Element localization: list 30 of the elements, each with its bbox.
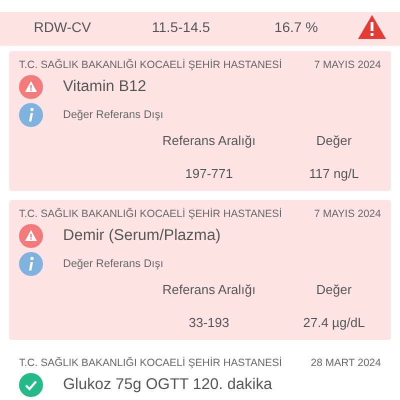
column-header: Değer xyxy=(315,282,353,297)
column-header: Referans Aralığı xyxy=(161,133,257,148)
status-note: Değer Referans Dışı xyxy=(63,109,164,121)
warning-icon xyxy=(19,224,43,248)
result-card[interactable]: T.C. SAĞLIK BAKANLIĞI KOCAELİ ŞEHİR HASTANESİ 7 MAYIS 2024 Demir (Serum/Plazma) Değer Referans Dışı Referans Aralığı Değer 33-193 27.4 µg/dL xyxy=(9,200,391,340)
check-icon xyxy=(19,373,43,397)
hospital-name: T.C. SAĞLIK BAKANLIĞI KOCAELİ ŞEHİR HASTANESİ xyxy=(19,357,282,369)
result-value: 27.4 µg/dL xyxy=(302,315,366,330)
info-icon xyxy=(19,103,43,127)
reference-range: 33-193 xyxy=(188,315,230,330)
info-icon xyxy=(19,252,43,276)
status-note: Değer Referans Dışı xyxy=(63,258,164,270)
warning-icon xyxy=(19,75,43,99)
result-date: 7 MAYIS 2024 xyxy=(314,208,381,220)
test-name: RDW-CV xyxy=(32,19,91,35)
column-header: Değer xyxy=(315,133,353,148)
result-card[interactable]: T.C. SAĞLIK BAKANLIĞI KOCAELİ ŞEHİR HASTANESİ 7 MAYIS 2024 Vitamin B12 Değer Referans Dışı Referans Aralığı Değer 197-771 117 ng/L xyxy=(9,51,391,191)
test-name: Demir (Serum/Plazma) xyxy=(63,227,221,245)
test-name: Vitamin B12 xyxy=(63,78,146,96)
warning-icon xyxy=(357,14,387,40)
result-value: 117 ng/L xyxy=(308,166,360,181)
test-name: Glukoz 75g OGTT 120. dakika xyxy=(63,376,272,394)
result-date: 28 MART 2024 xyxy=(310,357,381,369)
column-header: Referans Aralığı xyxy=(161,282,257,297)
hospital-name: T.C. SAĞLIK BAKANLIĞI KOCAELİ ŞEHİR HASTANESİ xyxy=(19,208,282,220)
hospital-name: T.C. SAĞLIK BAKANLIĞI KOCAELİ ŞEHİR HASTANESİ xyxy=(19,59,282,71)
reference-range: 11.5-14.5 xyxy=(150,19,210,35)
result-date: 7 MAYIS 2024 xyxy=(314,59,381,71)
result-value: 16.7 % xyxy=(273,19,318,35)
reference-range: 197-771 xyxy=(184,166,234,181)
